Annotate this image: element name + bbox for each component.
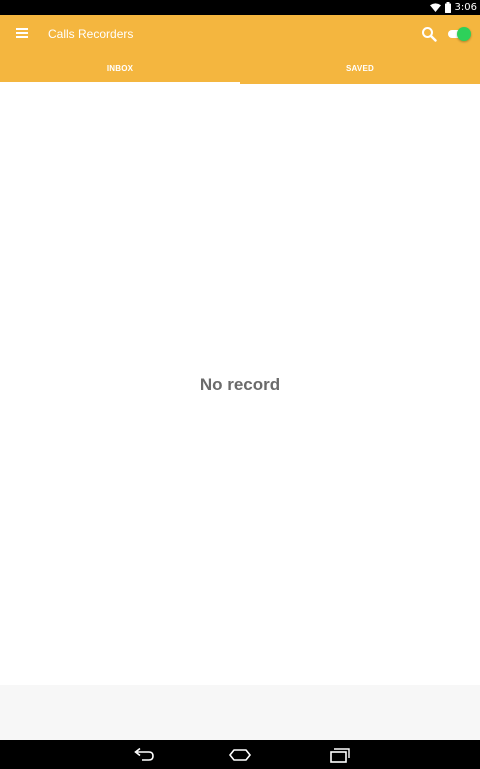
bottom-area (0, 685, 480, 740)
tab-inbox-label: INBOX (106, 64, 134, 73)
tab-saved[interactable]: SAVED (240, 55, 480, 84)
home-icon[interactable] (227, 746, 253, 764)
toggle-thumb (457, 27, 471, 41)
status-bar: 3:06 (0, 0, 480, 15)
nav-bar (0, 740, 480, 769)
recent-apps-icon[interactable] (325, 746, 351, 764)
battery-icon (444, 2, 451, 13)
tab-bar: INBOX SAVED (0, 55, 480, 84)
wifi-icon (429, 3, 441, 12)
record-toggle[interactable] (446, 27, 471, 41)
tab-inbox[interactable]: INBOX (0, 55, 240, 84)
app-bar: Calls Recorders INBOX SAVED (0, 15, 480, 84)
recordings-list: No record (0, 84, 480, 685)
menu-icon[interactable] (16, 28, 28, 38)
status-time: 3:06 (454, 2, 477, 13)
search-icon[interactable] (421, 26, 437, 42)
toolbar: Calls Recorders (0, 15, 480, 55)
tab-saved-label: SAVED (346, 64, 374, 73)
empty-message: No record (199, 375, 281, 394)
back-icon[interactable] (131, 746, 157, 764)
app-title: Calls Recorders (48, 27, 134, 41)
